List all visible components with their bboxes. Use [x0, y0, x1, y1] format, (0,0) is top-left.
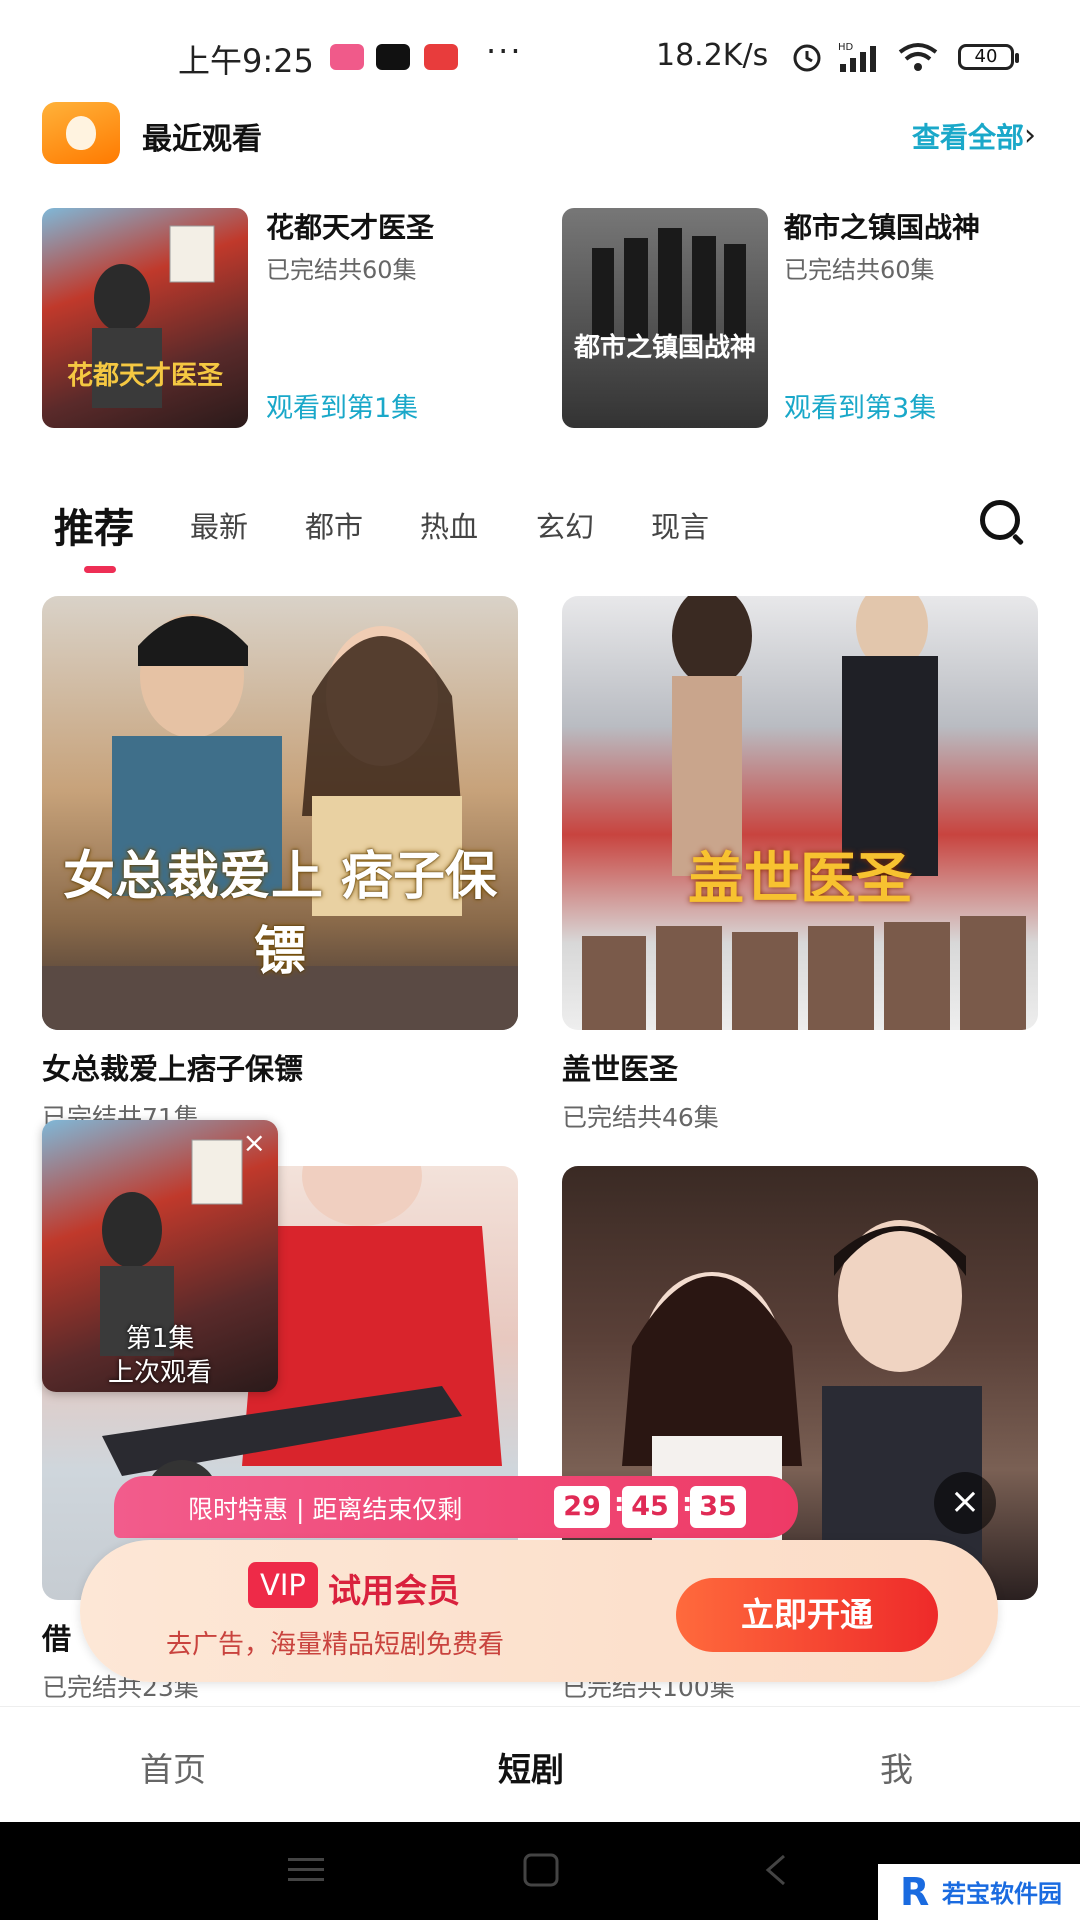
status-bar: 上午9:25 ··· 18.2K/s HD 40 [0, 0, 1080, 108]
recent-item-title[interactable]: 花都天才医圣 [266, 206, 434, 246]
limited-offer-banner: 限时特惠 | 距离结束仅剩 29 : 45 : 35 [114, 1476, 798, 1538]
poster-title-text: 盖世医圣 [688, 847, 912, 912]
alarm-icon [793, 44, 821, 72]
tab-romance[interactable]: 现言 [651, 504, 709, 546]
recent-item-progress[interactable]: 观看到第3集 [784, 386, 936, 425]
mini-player-episode: 第1集 [125, 1324, 195, 1354]
recent-item-thumbnail[interactable]: 都市之镇国战神 [562, 208, 768, 428]
vip-subtitle: 去广告，海量精品短剧免费看 [166, 1630, 505, 1660]
drama-card-status: 已完结共46集 [562, 1103, 719, 1132]
network-speed: 18.2K/s [656, 38, 769, 73]
tab-fantasy[interactable]: 玄幻 [536, 504, 594, 546]
recent-item-thumbnail[interactable]: 花都天才医圣 [42, 208, 248, 428]
svg-text:都市之镇国战神: 都市之镇国战神 [573, 332, 756, 363]
recent-item-status: 已完结共60集 [266, 256, 417, 284]
app-notification-icon [424, 44, 458, 70]
nav-short-drama[interactable]: 短剧 [498, 1743, 564, 1791]
nav-me[interactable]: 我 [880, 1743, 913, 1791]
promo-close-icon[interactable]: × [934, 1472, 996, 1534]
watermark-r-icon: R [900, 1870, 930, 1914]
countdown-minutes: 45 [622, 1486, 678, 1528]
menu-icon[interactable] [286, 1854, 326, 1886]
last-watched-mini-player[interactable]: × 第1集 上次观看 [42, 1120, 278, 1392]
countdown-seconds: 35 [690, 1486, 746, 1528]
search-icon[interactable] [980, 500, 1020, 540]
recent-item-status: 已完结共60集 [784, 256, 935, 284]
more-notifications-icon: ··· [486, 32, 523, 70]
nav-home[interactable]: 首页 [140, 1743, 206, 1791]
drama-card-title[interactable]: 借 [42, 1616, 71, 1658]
tab-latest[interactable]: 最新 [190, 504, 248, 546]
app-notification-icon [330, 44, 364, 70]
activate-vip-button[interactable]: 立即开通 [676, 1578, 938, 1652]
view-all-link[interactable]: 查看全部 [912, 116, 1024, 156]
wifi-icon [898, 43, 938, 71]
vip-trial-panel: VIP 试用会员 去广告，海量精品短剧免费看 立即开通 [80, 1540, 998, 1682]
bottom-navigation: 首页 短剧 我 [0, 1706, 1080, 1825]
watermark-logo: R 若宝软件园 [878, 1864, 1080, 1920]
tiktok-icon [376, 44, 410, 70]
tab-hot-blood[interactable]: 热血 [420, 504, 478, 546]
watermark-text: 若宝软件园 [942, 1880, 1062, 1908]
tab-recommend[interactable]: 推荐 [54, 496, 134, 554]
recent-title: 最近观看 [142, 122, 262, 157]
limited-offer-text: 限时特惠 | 距离结束仅剩 [188, 1495, 463, 1524]
recent-item-progress[interactable]: 观看到第1集 [266, 386, 418, 425]
vip-badge: VIP [248, 1562, 318, 1608]
back-icon[interactable] [760, 1852, 790, 1888]
drama-card-title[interactable]: 女总裁爱上痞子保镖 [42, 1046, 303, 1088]
battery-icon: 40 [958, 44, 1019, 70]
signal-icon: HD [838, 42, 876, 72]
chevron-right-icon[interactable]: › [1024, 118, 1036, 153]
drama-card-poster[interactable]: 女总裁爱上 痞子保镖 [42, 596, 518, 1030]
mini-player-label: 上次观看 [107, 1358, 212, 1388]
countdown-hours: 29 [554, 1486, 610, 1528]
status-time: 上午9:25 [178, 42, 314, 80]
tab-city[interactable]: 都市 [305, 504, 363, 546]
svg-text:HD: HD [838, 42, 854, 53]
poster-title-text: 女总裁爱上 痞子保镖 [62, 847, 498, 982]
svg-text:花都天才医圣: 花都天才医圣 [67, 361, 224, 391]
drama-card-poster[interactable]: 盖世医圣 [562, 596, 1038, 1030]
app-logo [42, 102, 120, 164]
recent-item-title[interactable]: 都市之镇国战神 [784, 206, 980, 246]
tab-active-indicator [84, 566, 116, 573]
drama-card-title[interactable]: 盖世医圣 [562, 1046, 678, 1088]
mini-player-close-icon[interactable]: × [243, 1126, 266, 1159]
vip-title: 试用会员 [328, 1571, 460, 1610]
home-icon[interactable] [522, 1852, 560, 1888]
